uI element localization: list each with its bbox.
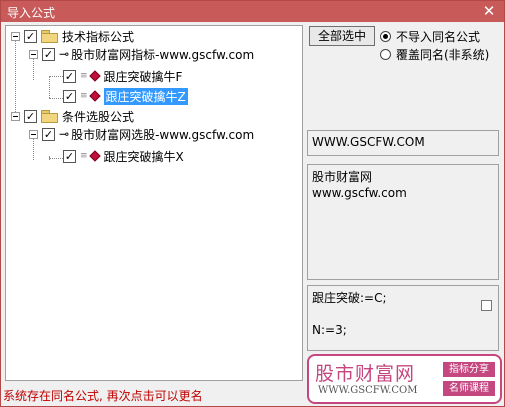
description-line: 股市财富网 [312, 170, 373, 184]
watermark-tag: 指标分享 [443, 362, 495, 377]
watermark-logo: 股市财富网 WWW.GSCFW.COM 指标分享 名师课程 [307, 354, 502, 404]
tree-item-label: 跟庄突破擒牛X [103, 149, 184, 164]
status-message: 系统存在同名公式, 再次点击可以更名 [3, 389, 203, 403]
window-title: 导入公式 [7, 6, 56, 20]
description-panel: 股市财富网 www.gscfw.com [307, 164, 499, 280]
tree-item-label: 跟庄突破擒牛F [103, 69, 183, 84]
watermark-url: WWW.GSCFW.COM [318, 385, 418, 396]
checkbox-icon[interactable] [481, 300, 492, 311]
folder-icon [41, 30, 58, 43]
radio-selected-icon[interactable] [380, 31, 391, 42]
formula-gem-icon: ≡ [80, 150, 101, 162]
tree-connector [15, 40, 16, 116]
collapse-icon[interactable] [11, 111, 20, 121]
checkbox-checked-icon[interactable]: ✓ [42, 127, 55, 141]
tree-publisher-indicator[interactable]: ✓ ⊸ 股市财富网指标-www.gscfw.com [29, 45, 254, 63]
radio-no-import[interactable]: 不导入同名公式 [380, 28, 480, 45]
key-icon: ⊸ [59, 127, 69, 141]
watermark-name: 股市财富网 [315, 363, 416, 385]
formula-code-panel: 跟庄突破:=C; N:=3; [307, 285, 499, 351]
checkbox-checked-icon[interactable]: ✓ [63, 69, 76, 83]
checkbox-checked-icon[interactable]: ✓ [24, 109, 37, 123]
tree-item-label-selected: 跟庄突破擒牛Z [103, 87, 188, 105]
tree-item-formula-z[interactable]: ✓ ≡ 跟庄突破擒牛Z [63, 87, 188, 105]
code-line: 跟庄突破:=C; [312, 291, 387, 305]
title-bar: 导入公式 ✕ [1, 1, 504, 22]
tree-item-formula-f[interactable]: ✓ ≡ 跟庄突破擒牛F [63, 67, 182, 85]
tree-group-screening[interactable]: ✓ 条件选股公式 [11, 107, 134, 125]
checkbox-checked-icon[interactable]: ✓ [63, 149, 76, 163]
description-line: www.gscfw.com [312, 186, 407, 200]
tree-connector [49, 158, 63, 159]
tree-connector [49, 76, 63, 77]
formula-gem-icon: ≡ [80, 90, 101, 102]
radio-label: 不导入同名公式 [396, 30, 481, 44]
close-icon[interactable]: ✕ [480, 2, 498, 20]
key-icon: ⊸ [59, 47, 69, 61]
watermark-tag: 名师课程 [443, 381, 495, 396]
tree-publisher-label: 股市财富网指标-www.gscfw.com [71, 47, 255, 62]
folder-icon [41, 110, 58, 123]
radio-label: 覆盖同名(非系统) [396, 48, 490, 62]
url-field: WWW.GSCFW.COM [307, 130, 499, 156]
code-spacer [312, 306, 494, 322]
tree-connector [49, 98, 63, 99]
radio-unselected-icon[interactable] [380, 49, 391, 60]
formula-tree[interactable]: ✓ 技术指标公式 ✓ ⊸ 股市财富网指标-www.gscfw.com ✓ ≡ 跟… [5, 25, 303, 381]
tree-group-technical[interactable]: ✓ 技术指标公式 [11, 27, 134, 45]
radio-overwrite[interactable]: 覆盖同名(非系统) [380, 46, 489, 63]
checkbox-checked-icon[interactable]: ✓ [42, 47, 55, 61]
tree-item-formula-x[interactable]: ✓ ≡ 跟庄突破擒牛X [63, 147, 184, 165]
checkbox-checked-icon[interactable]: ✓ [24, 29, 37, 43]
collapse-icon[interactable] [11, 31, 20, 41]
tree-group-label: 条件选股公式 [62, 109, 135, 124]
formula-gem-icon: ≡ [80, 70, 101, 82]
tree-group-label: 技术指标公式 [62, 29, 135, 44]
tree-publisher-screening[interactable]: ✓ ⊸ 股市财富网选股-www.gscfw.com [29, 125, 254, 143]
tree-connector [49, 76, 50, 98]
url-text: WWW.GSCFW.COM [312, 135, 425, 149]
collapse-icon[interactable] [29, 49, 38, 59]
collapse-icon[interactable] [29, 129, 38, 139]
tree-publisher-label: 股市财富网选股-www.gscfw.com [71, 127, 255, 142]
code-line: N:=3; [312, 323, 347, 337]
select-all-button[interactable]: 全部选中 [309, 26, 375, 46]
checkbox-checked-icon[interactable]: ✓ [63, 89, 76, 103]
import-formula-dialog: 导入公式 ✕ ✓ 技术指标公式 ✓ ⊸ 股市财富网指标-www.gscfw.co… [0, 0, 505, 407]
